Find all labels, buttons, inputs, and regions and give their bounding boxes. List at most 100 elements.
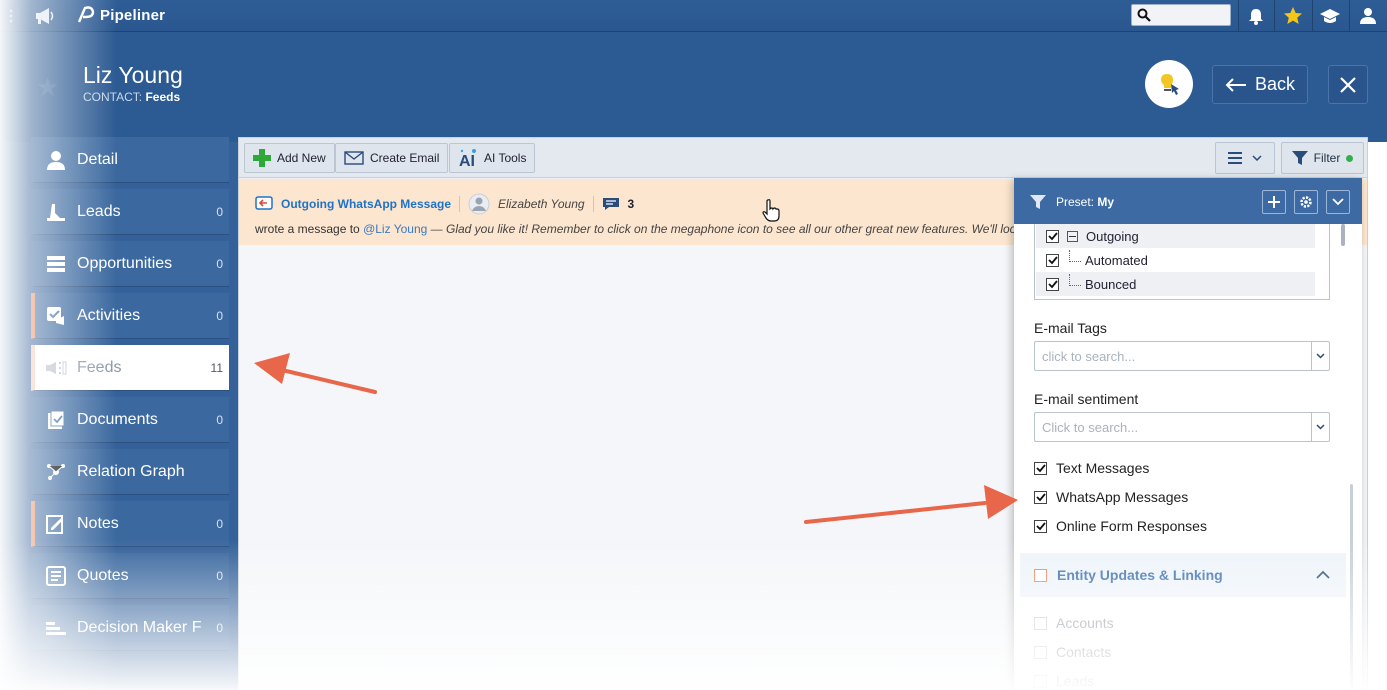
sidebar-item-detail[interactable]: Detail [31, 137, 229, 183]
sidebar-item-label: Feeds [77, 358, 122, 376]
filter-label: Filter [1313, 151, 1341, 165]
favorite-star-icon[interactable]: ★ [36, 72, 59, 103]
chevron-up-icon[interactable] [1316, 570, 1330, 579]
user-icon[interactable] [1351, 0, 1385, 32]
filter-panel-header: Preset: My [1014, 178, 1362, 224]
add-preset-button[interactable] [1262, 190, 1286, 214]
feed-type-link[interactable]: Outgoing WhatsApp Message [281, 197, 451, 211]
checkbox-label: Leads [1056, 673, 1095, 689]
sidebar-item-relation-graph[interactable]: Relation Graph [31, 449, 229, 495]
sidebar-item-opportunities[interactable]: Opportunities 0 [31, 241, 229, 287]
filter-button[interactable]: Filter [1281, 142, 1364, 174]
section-checkbox[interactable] [1034, 568, 1047, 582]
person-icon [35, 150, 77, 170]
chevron-down-icon [1252, 155, 1262, 161]
sidebar-item-count: 0 [216, 412, 223, 427]
whatsapp-messages-checkbox[interactable]: WhatsApp Messages [1034, 489, 1188, 505]
back-button[interactable]: Back [1212, 65, 1308, 104]
ai-icon: AI [459, 149, 476, 168]
checkbox-label: Accounts [1056, 615, 1114, 631]
checkbox[interactable] [1046, 277, 1059, 291]
preset-settings-button[interactable] [1294, 190, 1318, 214]
subtitle-prefix: CONTACT: [83, 90, 143, 104]
create-email-button[interactable]: Create Email [335, 143, 449, 173]
subtitle-value: Feeds [145, 90, 181, 104]
sidebar-item-label: Decision Maker F... [77, 618, 201, 636]
message-type-tree: Outgoing Automated Bounced [1034, 224, 1345, 300]
brand-logo[interactable]: Pipeliner [76, 6, 165, 24]
leads-checkbox[interactable]: Leads [1034, 673, 1094, 689]
star-icon[interactable] [1276, 0, 1310, 32]
feed-mention-link[interactable]: @Liz Young [363, 222, 427, 236]
sidebar-item-label: Notes [77, 514, 119, 532]
text-messages-checkbox[interactable]: Text Messages [1034, 460, 1149, 476]
funnel-icon [1291, 151, 1308, 165]
checkbox[interactable] [1046, 253, 1059, 267]
chevron-down-icon[interactable] [1311, 413, 1329, 441]
top-bar: Pipeliner [0, 0, 1387, 32]
filter-panel-scrollbar[interactable] [1350, 484, 1353, 690]
email-tags-placeholder: click to search... [1042, 349, 1136, 364]
filter-panel-body: Outgoing Automated Bounced E-mail Tags c… [1014, 224, 1362, 690]
entity-updates-section-header[interactable]: Entity Updates & Linking [1020, 553, 1346, 597]
tree-item-label: Automated [1085, 252, 1148, 268]
avatar[interactable] [468, 193, 490, 215]
ai-tools-button[interactable]: AI AI Tools [449, 143, 536, 173]
checkbox[interactable] [1034, 645, 1047, 659]
comment-count[interactable]: 3 [628, 197, 635, 211]
tree-scrollbar[interactable] [1341, 224, 1345, 246]
feed-author[interactable]: Elizabeth Young [498, 197, 585, 211]
preset-prefix: Preset: [1056, 195, 1095, 209]
graduation-cap-icon[interactable] [1313, 0, 1347, 32]
bell-icon[interactable] [1240, 0, 1272, 32]
close-icon [1340, 76, 1356, 93]
brand-name: Pipeliner [100, 7, 166, 24]
sidebar-item-count: 0 [216, 204, 223, 219]
collapse-icon[interactable] [1067, 230, 1078, 242]
plus-icon [1268, 196, 1280, 208]
documents-icon [35, 410, 77, 430]
search-input[interactable] [1131, 4, 1231, 26]
sidebar-item-leads[interactable]: Leads 0 [31, 189, 229, 235]
feed-text-prefix: wrote a message to [255, 222, 360, 236]
megaphone-icon[interactable] [30, 0, 60, 32]
sidebar-item-label: Detail [77, 150, 118, 168]
email-tags-label: E-mail Tags [1034, 320, 1107, 336]
arrow-left-icon [1225, 77, 1246, 92]
chevron-down-icon [1332, 198, 1344, 206]
checkbox[interactable] [1034, 674, 1047, 688]
close-button[interactable] [1328, 65, 1368, 104]
chevron-down-icon[interactable] [1311, 342, 1329, 370]
contacts-checkbox[interactable]: Contacts [1034, 644, 1111, 660]
sidebar-item-quotes[interactable]: Quotes 0 [31, 553, 229, 599]
sidebar-item-documents[interactable]: Documents 0 [31, 397, 229, 443]
checkbox[interactable] [1034, 490, 1047, 504]
sidebar-item-count: 11 [210, 360, 223, 375]
comment-icon [602, 198, 619, 210]
checkbox[interactable] [1034, 519, 1047, 533]
sidebar-item-notes[interactable]: Notes 0 [31, 501, 229, 547]
checkbox[interactable] [1034, 616, 1047, 630]
add-new-button[interactable]: Add New [244, 143, 335, 173]
feeds-icon [35, 360, 77, 376]
email-sentiment-input[interactable]: Click to search... [1034, 412, 1330, 442]
view-menu-button[interactable] [1215, 142, 1275, 174]
sidebar-item-activities[interactable]: Activities 0 [31, 293, 229, 339]
grip-icon[interactable] [4, 0, 18, 32]
tree-connector [1069, 274, 1081, 286]
checkbox[interactable] [1046, 229, 1059, 243]
sidebar-item-feeds[interactable]: Feeds 11 [31, 345, 229, 391]
checkbox[interactable] [1034, 461, 1047, 475]
sidebar-item-decision-maker[interactable]: Decision Maker F... 0 [31, 605, 229, 651]
online-form-responses-checkbox[interactable]: Online Form Responses [1034, 518, 1207, 534]
feed-text-body: — Glad you like it! Remember to click on… [430, 222, 1015, 236]
opportunities-icon [35, 255, 77, 273]
activities-icon [35, 306, 77, 326]
tree-item-outgoing[interactable]: Outgoing [1036, 224, 1315, 248]
preset-dropdown-button[interactable] [1326, 190, 1350, 214]
accounts-checkbox[interactable]: Accounts [1034, 615, 1114, 631]
tree-item-bounced[interactable]: Bounced [1036, 272, 1315, 296]
tree-item-automated[interactable]: Automated [1036, 248, 1315, 272]
lightbulb-button[interactable] [1145, 60, 1193, 108]
email-tags-input[interactable]: click to search... [1034, 341, 1330, 371]
